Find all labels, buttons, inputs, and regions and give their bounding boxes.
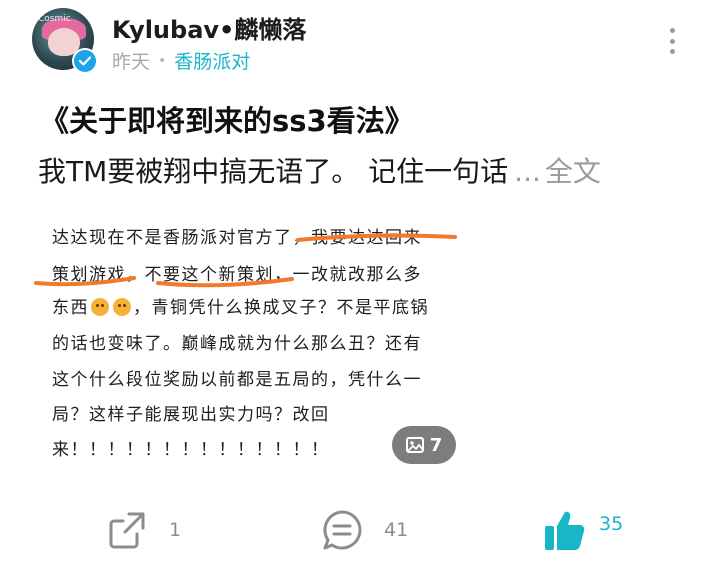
image-text-line: 策划游戏，不要这个新策划，一改就改那么多	[52, 265, 422, 285]
image-text-line: 来！！！！！！！！！！！！！！	[52, 440, 330, 460]
comment-count: 41	[384, 519, 409, 541]
verified-icon	[72, 48, 98, 74]
image-text-line: 达达现在不是香肠派对官方了，我要达达回来	[52, 228, 422, 248]
frown-emoji-icon	[113, 298, 131, 316]
meta-separator: •	[158, 53, 167, 69]
comment-icon	[323, 510, 362, 550]
share-icon	[109, 512, 145, 549]
share-button[interactable]: 1	[105, 508, 181, 552]
circle-link[interactable]: 香肠派对	[174, 51, 250, 73]
comment-button[interactable]: 41	[320, 508, 408, 552]
more-options-icon[interactable]	[664, 28, 680, 54]
image-text-fragment: 东西	[52, 298, 89, 318]
frown-emoji-icon	[91, 298, 109, 316]
image-text-line: 局？这样子能展现出实力吗？改回	[52, 405, 330, 425]
post-meta: 昨天 • 香肠派对	[112, 47, 250, 74]
post-card: Cosmic Kylubav•麟懒落 昨天 • 香肠派对 《关于即将到来的ss3看法…	[0, 0, 720, 570]
share-count: 1	[169, 519, 182, 541]
image-text-line: 这个什么段位奖励以前都是五局的，凭什么一	[52, 370, 422, 390]
image-text-line: 的话也变味了。巅峰成就为什么那么丑？还有	[52, 334, 422, 354]
thumbs-up-icon	[545, 511, 585, 550]
full-text-link[interactable]: 全文	[545, 155, 601, 188]
image-text-line: 东西 ，青铜凭什么换成叉子？不是平底锅	[52, 293, 429, 318]
post-title[interactable]: 《关于即将到来的ss3看法》	[40, 98, 414, 140]
post-image[interactable]: 达达现在不是香肠派对官方了，我要达达回来 策划游戏，不要这个新策划，一改就改那么…	[30, 205, 470, 480]
summary-text: 我TM要被翔中搞无语了。 记住一句话	[38, 155, 509, 188]
summary-ellipsis: ...	[514, 155, 541, 188]
image-count: 7	[429, 434, 443, 456]
avatar-text: Cosmic	[38, 14, 71, 24]
image-text-fragment: ，青铜凭什么换成叉子？不是平底锅	[133, 298, 429, 318]
post-summary[interactable]: 我TM要被翔中搞无语了。 记住一句话... 全文	[38, 150, 688, 190]
image-count-badge[interactable]: 7	[392, 426, 456, 464]
like-button[interactable]: 35	[543, 508, 623, 552]
post-date: 昨天	[112, 51, 151, 73]
image-icon	[405, 437, 424, 453]
username[interactable]: Kylubav•麟懒落	[112, 10, 306, 45]
like-count: 35	[599, 513, 624, 535]
